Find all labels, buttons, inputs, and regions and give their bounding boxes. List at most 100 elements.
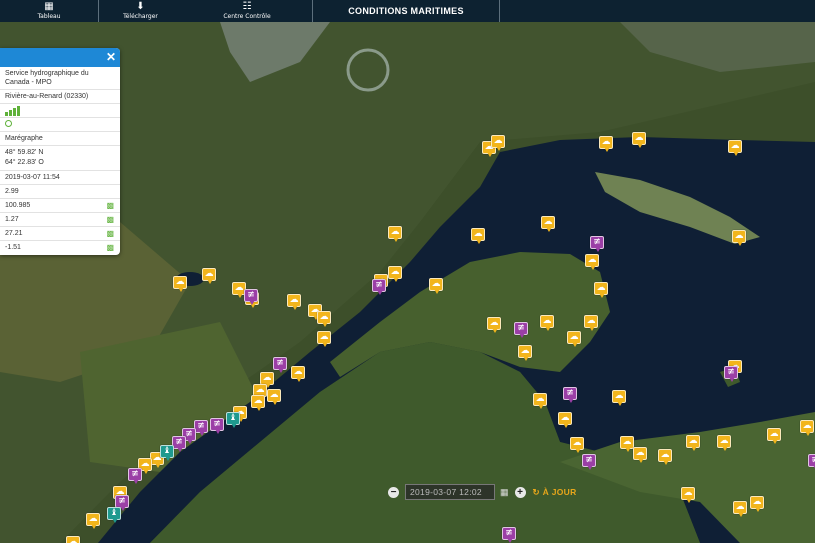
weather-station-marker[interactable]: ☁	[291, 366, 305, 382]
weather-station-marker[interactable]: ☁	[717, 435, 731, 451]
weather-station-marker[interactable]: ☁	[567, 331, 581, 347]
tide-gauge-marker[interactable]: ≢	[273, 357, 287, 373]
station-info-panel: ✕ Service hydrographique du Canada - MPO…	[0, 48, 120, 255]
tide-gauge-marker[interactable]: ≢	[372, 279, 386, 295]
weather-station-marker[interactable]: ☁	[681, 487, 695, 503]
weather-station-marker[interactable]: ☁	[620, 436, 634, 452]
cloud-icon: ☁	[614, 391, 624, 401]
tide-gauge-marker[interactable]: ≢	[172, 436, 186, 452]
bar-chart-icon[interactable]: ▩	[106, 215, 114, 224]
weather-station-marker[interactable]: ☁	[732, 230, 746, 246]
tide-gauge-icon: ≢	[505, 528, 513, 538]
plus-icon[interactable]: +	[514, 486, 526, 498]
bar-chart-icon[interactable]: ▩	[106, 201, 114, 210]
tableau-button[interactable]: ▦ Tableau	[0, 0, 99, 22]
weather-station-marker[interactable]: ☁	[86, 513, 100, 529]
weather-station-marker[interactable]: ☁	[317, 331, 331, 347]
weather-station-marker[interactable]: ☁	[800, 420, 814, 436]
tide-gauge-marker[interactable]: ≢	[724, 366, 738, 382]
tide-gauge-marker[interactable]: ≢	[590, 236, 604, 252]
weather-station-marker[interactable]: ☁	[570, 437, 584, 453]
bar-chart-icon[interactable]: ▩	[106, 243, 114, 252]
weather-station-marker[interactable]: ☁	[267, 389, 281, 405]
cloud-icon: ☁	[269, 390, 279, 400]
buoy-marker[interactable]: ♝	[226, 412, 240, 428]
weather-station-marker[interactable]: ☁	[541, 216, 555, 232]
weather-station-marker[interactable]: ☁	[471, 228, 485, 244]
status-ok-icon	[0, 118, 120, 132]
weather-station-marker[interactable]: ☁	[558, 412, 572, 428]
panel-header: ✕	[0, 48, 120, 67]
weather-station-marker[interactable]: ☁	[533, 393, 547, 409]
weather-station-marker[interactable]: ☁	[584, 315, 598, 331]
satellite-map[interactable]	[0, 22, 815, 543]
weather-station-marker[interactable]: ☁	[658, 449, 672, 465]
weather-station-marker[interactable]: ☁	[287, 294, 301, 310]
tide-gauge-icon: ≢	[566, 388, 574, 398]
buoy-marker[interactable]: ♝	[160, 445, 174, 461]
weather-station-marker[interactable]: ☁	[633, 447, 647, 463]
tide-gauge-marker[interactable]: ≢	[808, 454, 815, 470]
tide-gauge-marker[interactable]: ≢	[244, 289, 258, 305]
weather-station-marker[interactable]: ☁	[594, 282, 608, 298]
refresh-icon: ↻	[532, 486, 540, 497]
weather-station-marker[interactable]: ☁	[686, 435, 700, 451]
weather-station-marker[interactable]: ☁	[767, 428, 781, 444]
weather-station-marker[interactable]: ☁	[518, 345, 532, 361]
weather-station-marker[interactable]: ☁	[429, 278, 443, 294]
weather-station-marker[interactable]: ☁	[317, 311, 331, 327]
cloud-icon: ☁	[493, 136, 503, 146]
minus-icon[interactable]: −	[388, 486, 399, 498]
tide-gauge-marker[interactable]: ≢	[210, 418, 224, 434]
tide-gauge-marker[interactable]: ≢	[502, 527, 516, 543]
weather-station-marker[interactable]: ☁	[750, 496, 764, 512]
cloud-icon: ☁	[560, 413, 570, 423]
tide-gauge-icon: ≢	[727, 367, 735, 377]
station-datetime: 2019-03-07 11:54	[0, 171, 120, 185]
cloud-icon: ☁	[635, 448, 645, 458]
bar-chart-icon[interactable]: ▩	[106, 229, 114, 238]
close-icon[interactable]: ✕	[106, 50, 116, 65]
tide-gauge-icon: ≢	[593, 237, 601, 247]
tide-gauge-marker[interactable]: ≢	[582, 454, 596, 470]
centre-controle-button[interactable]: ☷ Centre Contrôle	[182, 0, 313, 22]
weather-station-marker[interactable]: ☁	[491, 135, 505, 151]
cloud-icon: ☁	[68, 537, 78, 543]
weather-station-marker[interactable]: ☁	[632, 132, 646, 148]
tide-gauge-icon: ≢	[811, 455, 815, 465]
a-jour-label: À JOUR	[542, 486, 577, 497]
weather-station-marker[interactable]: ☁	[66, 536, 80, 543]
cloud-icon: ☁	[735, 502, 745, 512]
calendar-icon[interactable]: ▦	[500, 487, 509, 498]
weather-station-marker[interactable]: ☁	[612, 390, 626, 406]
buoy-marker[interactable]: ♝	[107, 507, 121, 523]
cloud-icon: ☁	[489, 318, 499, 328]
station-latitude: 48° 59.82' N	[5, 149, 44, 156]
weather-station-marker[interactable]: ☁	[202, 268, 216, 284]
weather-station-marker[interactable]: ☁	[173, 276, 187, 292]
tide-gauge-marker[interactable]: ≢	[514, 322, 528, 338]
weather-station-marker[interactable]: ☁	[585, 254, 599, 270]
date-time-input[interactable]: 2019-03-07 12:02	[405, 484, 495, 500]
weather-station-marker[interactable]: ☁	[388, 226, 402, 242]
table-icon: ▦	[44, 1, 54, 12]
weather-station-marker[interactable]: ☁	[487, 317, 501, 333]
tide-gauge-marker[interactable]: ≢	[563, 387, 577, 403]
weather-station-marker[interactable]: ☁	[251, 395, 265, 411]
map-view[interactable]: ☁ ☁ ☁ ☁ ☁ ☁ ☁ ☁ ☁ ☁ ☁ ☁ ☁ ☁ ☁ ☁ ☁ ☁ ☁ ☁ …	[0, 22, 815, 543]
weather-station-marker[interactable]: ☁	[599, 136, 613, 152]
weather-station-marker[interactable]: ☁	[540, 315, 554, 331]
telecharger-button[interactable]: ⬇ Télécharger	[99, 0, 182, 22]
weather-station-marker[interactable]: ☁	[733, 501, 747, 517]
cloud-icon: ☁	[431, 279, 441, 289]
cloud-icon: ☁	[569, 332, 579, 342]
tide-gauge-marker[interactable]: ≢	[194, 420, 208, 436]
page-title: CONDITIONS MARITIMES	[313, 0, 500, 22]
reading-value: 2.99	[0, 185, 120, 199]
weather-station-marker[interactable]: ☁	[728, 140, 742, 156]
tide-gauge-marker[interactable]: ≢	[128, 468, 142, 484]
weather-station-marker[interactable]: ☁	[388, 266, 402, 282]
cloud-icon: ☁	[390, 267, 400, 277]
a-jour-button[interactable]: ↻ À JOUR	[533, 487, 577, 498]
